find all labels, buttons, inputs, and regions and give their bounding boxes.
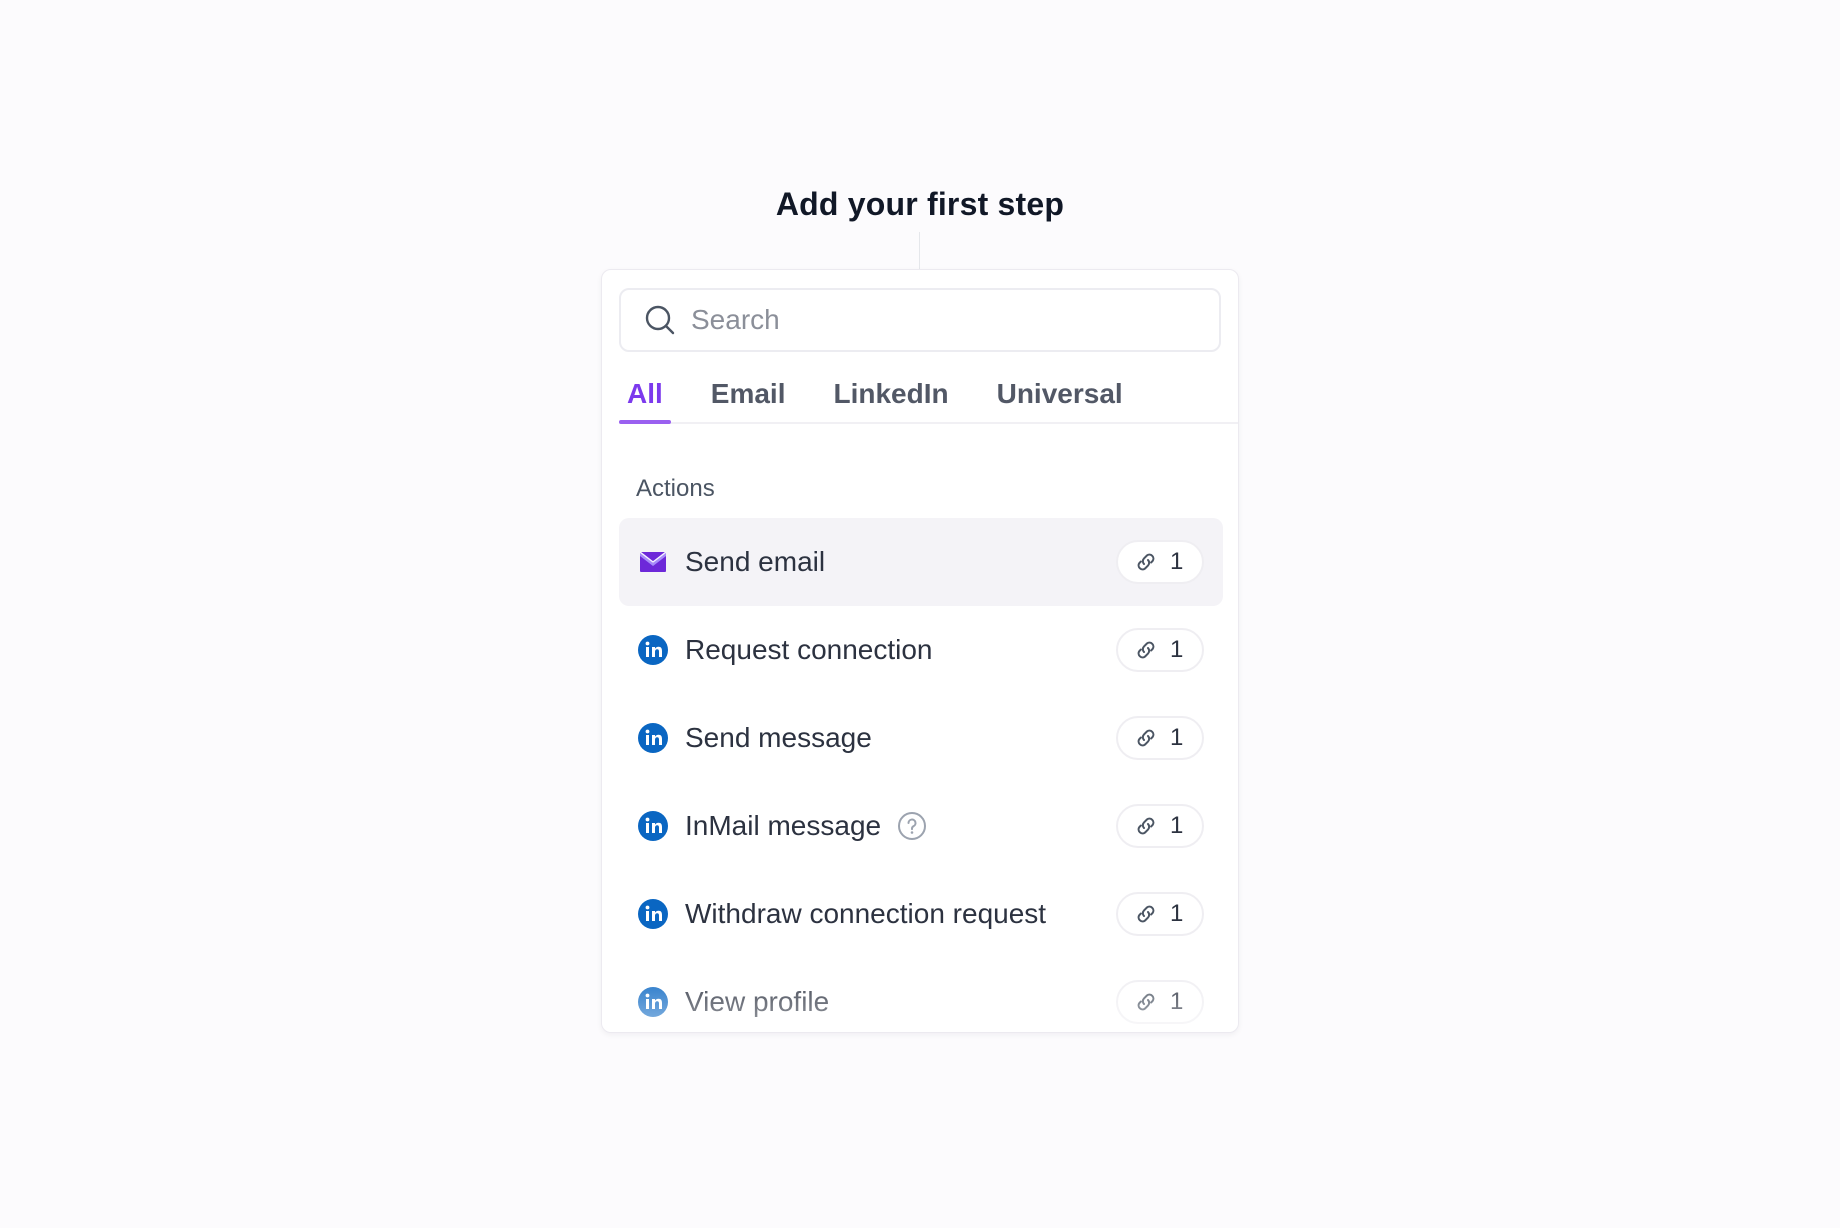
usage-badge: 1 [1116, 804, 1204, 848]
link-icon [1137, 817, 1155, 835]
actions-list: Send email 1 Request connection 1 Send m… [619, 518, 1223, 1032]
usage-badge: 1 [1116, 540, 1204, 584]
list-item-send-message[interactable]: Send message 1 [619, 694, 1223, 782]
question-circle-icon[interactable] [897, 811, 927, 841]
tab-email[interactable]: Email [703, 370, 794, 422]
list-item-view-profile[interactable]: View profile 1 [619, 958, 1223, 1032]
linkedin-icon [637, 634, 669, 666]
tab-bar: All Email LinkedIn Universal [619, 370, 1238, 424]
usage-badge: 1 [1116, 892, 1204, 936]
link-icon [1137, 729, 1155, 747]
email-icon [637, 546, 669, 578]
usage-badge: 1 [1116, 980, 1204, 1024]
list-item-inmail-message[interactable]: InMail message 1 [619, 782, 1223, 870]
list-item-send-email[interactable]: Send email 1 [619, 518, 1223, 606]
linkedin-icon [637, 898, 669, 930]
linkedin-icon [637, 722, 669, 754]
list-item-label: Request connection [685, 634, 933, 665]
step-picker-panel: All Email LinkedIn Universal Actions Sen… [601, 269, 1239, 1033]
link-icon [1137, 993, 1155, 1011]
link-icon [1137, 553, 1155, 571]
list-item-label: Send message [685, 722, 872, 753]
search-box[interactable] [619, 288, 1221, 352]
connector-line [919, 232, 920, 269]
tab-linkedin[interactable]: LinkedIn [825, 370, 956, 422]
link-icon [1137, 641, 1155, 659]
list-item-label: InMail message [685, 810, 882, 841]
usage-count: 1 [1170, 900, 1184, 927]
linkedin-icon [637, 986, 669, 1018]
page-title: Add your first step [775, 186, 1065, 222]
list-item-label: Withdraw connection request [685, 898, 1047, 929]
list-item-label: Send email [685, 546, 826, 577]
link-icon [1137, 905, 1155, 923]
list-item-label: View profile [685, 986, 830, 1017]
search-input[interactable] [691, 304, 1191, 336]
list-item-withdraw-connection-request[interactable]: Withdraw connection request 1 [619, 870, 1223, 958]
list-item-request-connection[interactable]: Request connection 1 [619, 606, 1223, 694]
usage-count: 1 [1170, 988, 1184, 1015]
tab-all[interactable]: All [619, 370, 671, 424]
usage-count: 1 [1170, 724, 1184, 751]
tab-universal[interactable]: Universal [989, 370, 1131, 422]
usage-count: 1 [1170, 636, 1184, 663]
usage-badge: 1 [1116, 716, 1204, 760]
usage-badge: 1 [1116, 628, 1204, 672]
section-label-actions: Actions [636, 475, 715, 502]
search-icon [645, 305, 675, 335]
usage-count: 1 [1170, 812, 1184, 839]
linkedin-icon [637, 810, 669, 842]
usage-count: 1 [1170, 548, 1184, 575]
